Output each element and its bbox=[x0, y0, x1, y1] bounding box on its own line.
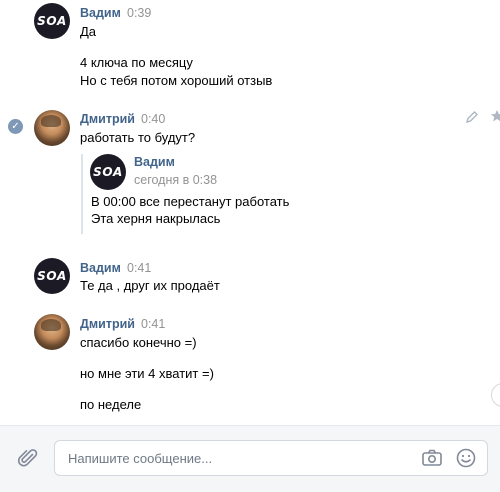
avatar[interactable]: SOA bbox=[34, 258, 70, 294]
message-text: работать то будут? bbox=[80, 130, 196, 145]
quote-text: Эта херня накрылась bbox=[91, 211, 221, 226]
message-author[interactable]: Дмитрий bbox=[80, 317, 135, 331]
avatar[interactable] bbox=[34, 314, 70, 350]
message-input[interactable]: Напишите сообщение... bbox=[54, 440, 488, 476]
message-text: Те да , друг их продаёт bbox=[80, 278, 220, 293]
message-time[interactable]: 0:41 bbox=[127, 261, 151, 275]
quote-author[interactable]: Вадим bbox=[134, 155, 175, 169]
camera-icon[interactable] bbox=[421, 448, 443, 471]
quote-date[interactable]: сегодня в 0:38 bbox=[134, 173, 217, 187]
message-text: 4 ключа по месяцу bbox=[80, 55, 193, 70]
message-time[interactable]: 0:41 bbox=[141, 317, 165, 331]
smile-icon[interactable] bbox=[455, 447, 477, 472]
message-author[interactable]: Вадим bbox=[80, 261, 121, 275]
message-text: Но с тебя потом хороший отзыв bbox=[80, 73, 273, 88]
avatar[interactable]: SOA bbox=[34, 3, 70, 39]
avatar[interactable] bbox=[34, 110, 70, 146]
message-author[interactable]: Дмитрий bbox=[80, 112, 135, 126]
paperclip-icon[interactable] bbox=[17, 447, 39, 472]
star-icon[interactable] bbox=[490, 109, 500, 126]
quote-text: В 00:00 все перестанут работать bbox=[91, 194, 290, 209]
scroll-down-button[interactable] bbox=[491, 383, 500, 407]
message-time[interactable]: 0:39 bbox=[127, 6, 151, 20]
message-text: но мне эти 4 хватит =) bbox=[80, 366, 214, 381]
check-circle-icon: ✓ bbox=[8, 119, 23, 134]
message-author[interactable]: Вадим bbox=[80, 6, 121, 20]
message-text: по неделе bbox=[80, 397, 142, 412]
message-time[interactable]: 0:40 bbox=[141, 112, 165, 126]
quote-bar bbox=[81, 154, 83, 234]
message-text: Да bbox=[80, 24, 97, 39]
pencil-icon[interactable] bbox=[465, 110, 479, 127]
message-input-placeholder: Напишите сообщение... bbox=[68, 451, 213, 466]
message-text: спасибо конечно =) bbox=[80, 335, 197, 350]
avatar[interactable]: SOA bbox=[90, 154, 126, 190]
